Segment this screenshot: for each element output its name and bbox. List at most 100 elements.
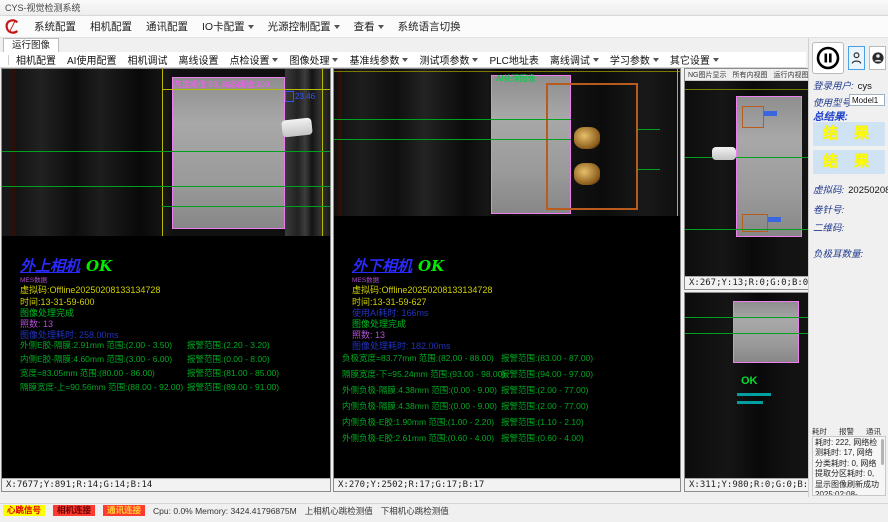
user-icon xyxy=(851,51,862,65)
result-block-1: 结 果 xyxy=(813,122,885,146)
login-user-button[interactable] xyxy=(848,46,865,70)
menu-light-config[interactable]: 光源控制配置 xyxy=(268,19,340,34)
camera-result-title: 外下相机 OK xyxy=(352,255,444,276)
cpu-memory-status: Cpu: 0.0% Memory: 3424.41796875M xyxy=(153,506,297,516)
measurement-row: 隔膜宽度-下=95.24mm 范围:(93.00 - 98.00) xyxy=(342,368,505,380)
right-bottom-camera-panel: OK X:311;Y:980;R:0;G:0;B:0 xyxy=(684,292,810,492)
teal-text-mark xyxy=(737,401,763,404)
tool-camera-debug[interactable]: 相机调试 xyxy=(127,52,167,67)
overlay-vline-yellow xyxy=(322,69,323,236)
tab-connector xyxy=(712,147,736,160)
log-scrollbar[interactable] xyxy=(881,439,884,465)
toolbar: 相机配置 AI使用配置 相机调试 离线设置 点检设置 图像处理 基准线参数 测试… xyxy=(0,52,806,68)
overlay-hline-green xyxy=(638,169,660,170)
log-text: 耗时: 222, 网络检测耗时: 17, 网络分类耗时: 0, 网络提取分区耗时… xyxy=(815,438,879,496)
app-window: CYS-视觉检测系统 系统配置 相机配置 通讯配置 IO卡配置 光源控制配置 查… xyxy=(0,0,888,522)
measurement-row: 宽度=83.05mm 范围:(80.00 - 86.00) xyxy=(20,367,155,379)
alarm-range: 报警范围:(94.00 - 97.00) xyxy=(501,368,593,380)
measurement-row: 内侧负极-E胶:1.90mm 范围:(1.00 - 2.20) xyxy=(342,416,494,428)
left-camera-image[interactable]: 灰度阈值:93, 动态阈值:100 23.46 xyxy=(2,69,330,236)
ai-overlay-label: AI处理图像 xyxy=(496,73,536,84)
menu-label: IO卡配置 xyxy=(202,19,245,34)
tool-baseline-params[interactable]: 基准线参数 xyxy=(349,52,408,67)
winding-pin-field: 卷针号: xyxy=(813,202,844,216)
tab-all-views[interactable]: 所有内视图 xyxy=(733,70,768,80)
right-bottom-pixel-coordinates: X:311;Y:980;R:0;G:0;B:0 xyxy=(685,478,809,491)
camera-name: 外下相机 xyxy=(352,257,412,275)
alarm-range: 报警范围:(0.00 - 8.00) xyxy=(187,353,270,365)
menu-system-config[interactable]: 系统配置 xyxy=(34,19,76,34)
alarm-range: 报警范围:(1.10 - 2.10) xyxy=(501,416,584,428)
tool-label: 其它设置 xyxy=(670,52,710,67)
tab-count-label: 负极耳数量: xyxy=(813,249,863,260)
alarm-range: 报警范围:(2.20 - 3.20) xyxy=(187,339,270,351)
right-top-pixel-coordinates: X:267;Y:13;R:0;G:0;B:0 xyxy=(685,276,809,289)
window-title: CYS-视觉检测系统 xyxy=(5,3,81,13)
tool-ai-usage-config[interactable]: AI使用配置 xyxy=(67,52,116,67)
middle-camera-image[interactable]: AI处理图像 xyxy=(334,69,680,216)
chevron-down-icon xyxy=(653,58,659,62)
tool-test-params[interactable]: 测试项参数 xyxy=(419,52,478,67)
menu-language-switch[interactable]: 系统语言切换 xyxy=(398,19,461,34)
measure-value-text: 23.46 xyxy=(295,92,315,101)
measurement-row: 外侧E胶-隔膜:2.91mm 范围:(2.00 - 3.50) xyxy=(20,339,172,351)
chevron-down-icon xyxy=(713,58,719,62)
right-bottom-camera-image[interactable]: OK xyxy=(685,293,809,478)
tab-ng-display[interactable]: NG图片显示 xyxy=(688,70,727,80)
tool-label: 相机配置 xyxy=(16,52,56,67)
chevron-down-icon xyxy=(593,58,599,62)
menu-io-config[interactable]: IO卡配置 xyxy=(202,19,254,34)
tool-offline-settings[interactable]: 离线设置 xyxy=(178,52,218,67)
model-input[interactable]: Model1 xyxy=(849,94,885,106)
tool-plc-address[interactable]: PLC地址表 xyxy=(489,52,538,67)
login-user-field: 登录用户: cys xyxy=(813,78,872,92)
user-account-button[interactable] xyxy=(869,46,886,70)
login-user-value: cys xyxy=(858,81,872,92)
camera-result-title: 外上相机OK xyxy=(20,255,112,276)
model-field: 使用型号: xyxy=(813,95,854,109)
winding-pin-label: 卷针号: xyxy=(813,205,844,216)
measurement-row: 外侧负极-隔膜:4.38mm 范围:(0.00 - 9.00) xyxy=(342,384,497,396)
blue-label-mark xyxy=(768,217,781,222)
scene-stripe xyxy=(338,69,342,216)
tab-run-views[interactable]: 运行内视图 xyxy=(774,70,809,80)
menu-view[interactable]: 查看 xyxy=(354,19,384,34)
menu-comm-config[interactable]: 通讯配置 xyxy=(146,19,188,34)
status-bar: 心跳信号 相机连接 通讯连接 Cpu: 0.0% Memory: 3424.41… xyxy=(0,503,888,517)
tool-label: 图像处理 xyxy=(289,52,329,67)
log-output[interactable]: 耗时: 222, 网络检测耗时: 17, 网络分类耗时: 0, 网络提取分区耗时… xyxy=(812,436,886,496)
menu-camera-config[interactable]: 相机配置 xyxy=(90,19,132,34)
tab-connector xyxy=(281,117,313,137)
login-user-label: 登录用户: xyxy=(813,81,854,92)
tool-label: 离线调试 xyxy=(550,52,590,67)
tool-image-processing[interactable]: 图像处理 xyxy=(289,52,338,67)
qrcode-field: 二维码: xyxy=(813,220,844,234)
overlay-hline-yellow xyxy=(334,71,680,72)
tool-offline-debug[interactable]: 离线调试 xyxy=(550,52,599,67)
overlay-hline-green xyxy=(334,119,571,120)
tool-label: 离线设置 xyxy=(178,52,218,67)
control-buttons xyxy=(812,42,888,74)
pause-button[interactable] xyxy=(812,42,844,74)
measurement-row: 内侧E胶-隔膜:4.60mm 范围:(3.00 - 6.00) xyxy=(20,353,172,365)
teal-text-mark xyxy=(737,393,771,396)
measurement-row: 外侧负极-E胶:2.61mm 范围:(0.60 - 4.00) xyxy=(342,432,494,444)
tab-strip: 运行图像 xyxy=(0,38,806,52)
right-top-camera-panel: NG图片显示 所有内视图 运行内视图 X:267;Y:13;R:0;G:0;B:… xyxy=(684,68,810,290)
tool-camera-config[interactable]: 相机配置 xyxy=(16,52,56,67)
ai-region-box xyxy=(742,106,764,128)
tool-label: 相机调试 xyxy=(127,52,167,67)
left-pixel-coordinates: X:7677;Y:891;R:14;G:14;B:14 xyxy=(2,478,330,491)
tool-other-settings[interactable]: 其它设置 xyxy=(670,52,719,67)
tool-label: 测试项参数 xyxy=(419,52,469,67)
threshold-overlay-text: 灰度阈值:93, 动态阈值:100 xyxy=(174,79,269,90)
tab-run-image[interactable]: 运行图像 xyxy=(3,38,59,53)
tool-spot-check[interactable]: 点检设置 xyxy=(229,52,278,67)
chevron-down-icon xyxy=(378,25,384,29)
camera-result-ok: OK xyxy=(418,257,444,275)
virtual-code-label: 虚拟码: xyxy=(813,185,844,196)
tool-learning-params[interactable]: 学习参数 xyxy=(610,52,659,67)
camera-connection-badge: 相机连接 xyxy=(53,505,95,516)
overlay-hline-green xyxy=(2,186,330,187)
right-top-camera-image[interactable] xyxy=(685,81,809,276)
